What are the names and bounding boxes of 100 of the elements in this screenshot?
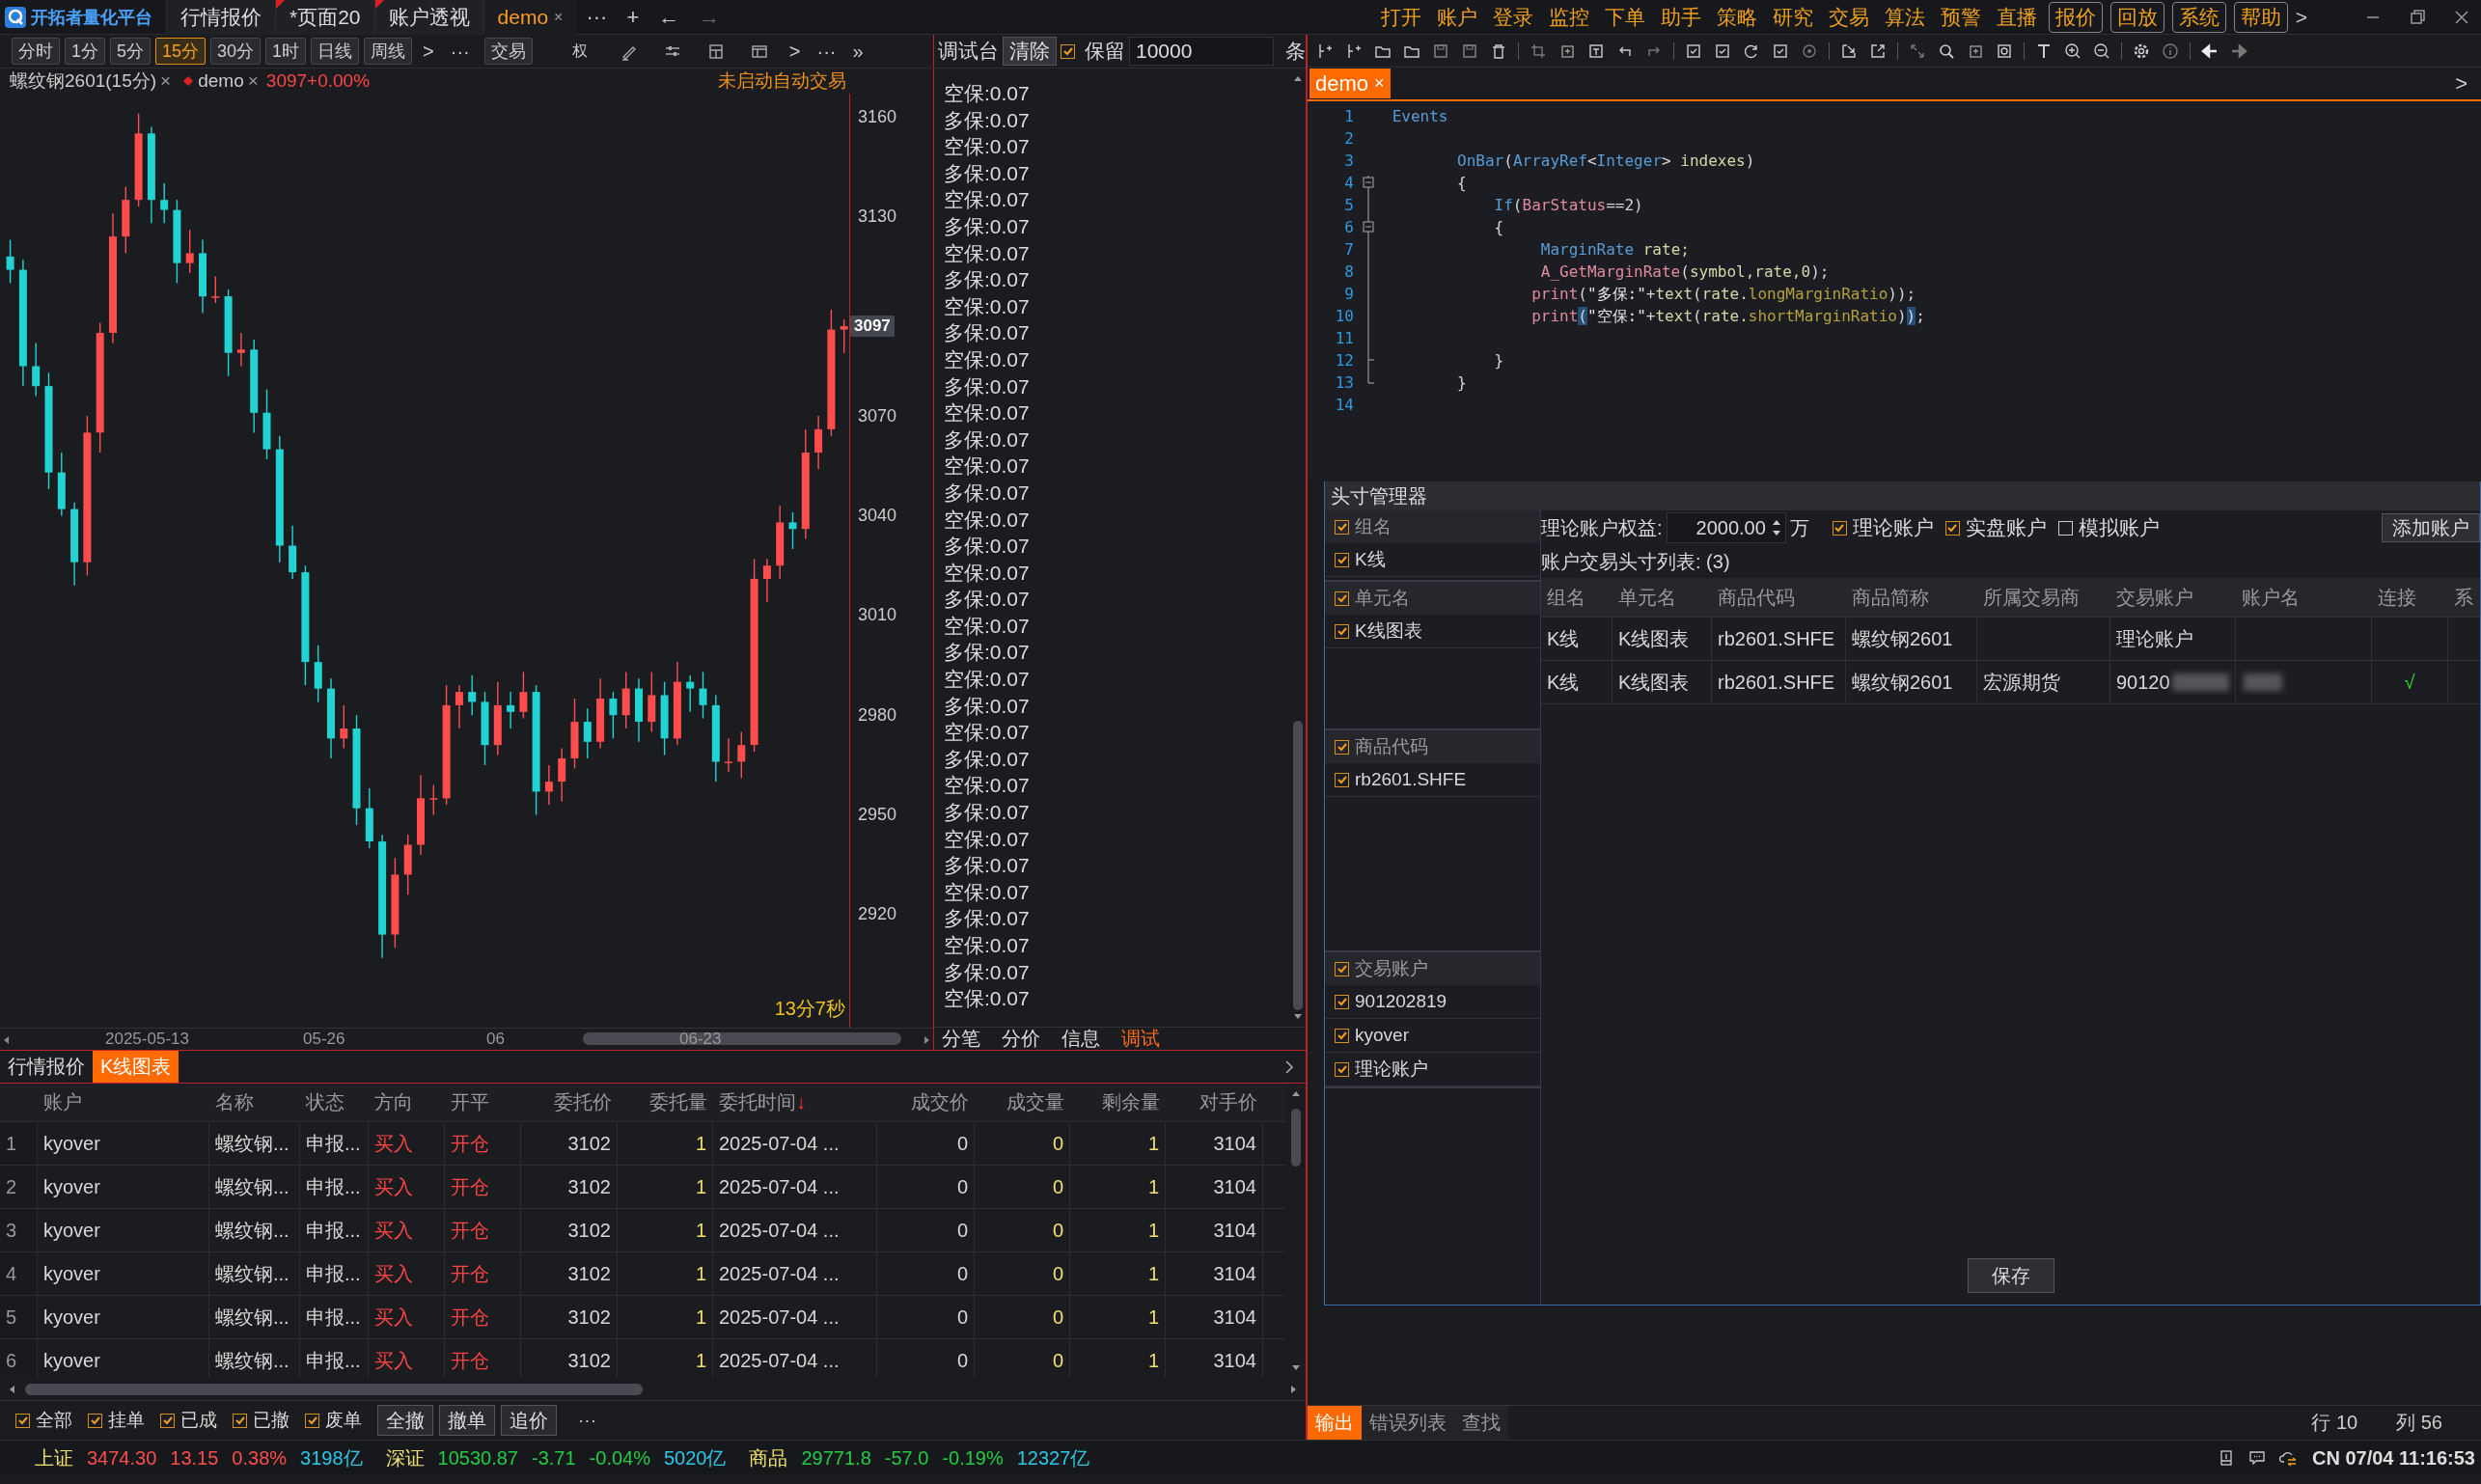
tab-action-button[interactable]: +	[617, 4, 649, 30]
table-cell: 买入	[369, 1209, 445, 1251]
tab[interactable]: demo ×	[482, 0, 577, 35]
action-button[interactable]: 全撤	[377, 1405, 433, 1436]
save-button[interactable]: 保存	[1967, 1258, 2054, 1293]
tab[interactable]: 行情报价	[166, 0, 275, 35]
add-account-button[interactable]: 添加账户	[2382, 513, 2480, 542]
menu-item[interactable]: 监控	[1544, 2, 1593, 32]
tab[interactable]: 分笔	[942, 1026, 980, 1052]
period-button[interactable]: 5分	[110, 38, 152, 65]
table-cell: 螺纹钢...	[209, 1166, 300, 1208]
tab-action-button[interactable]: ···	[576, 4, 618, 30]
more-button[interactable]: >	[417, 40, 440, 63]
menu-item[interactable]: 登录	[1488, 2, 1537, 32]
menu-item[interactable]: 回放	[2109, 1, 2164, 33]
menu-item[interactable]: 直播	[1992, 2, 2041, 32]
column-header[interactable]: 委托量	[618, 1084, 713, 1121]
checkbox-label: rb2601.SHFE	[1355, 769, 1467, 790]
column-header[interactable]: 成交价	[877, 1084, 975, 1121]
period-button[interactable]: 1分	[65, 38, 105, 65]
period-button[interactable]: 1时	[265, 38, 307, 65]
more-button[interactable]: >	[2455, 70, 2467, 96]
table-cell: 申报...	[300, 1339, 369, 1378]
line-number: 3	[1343, 151, 1354, 172]
index-name: 商品	[749, 1445, 788, 1470]
limit-field[interactable]: 10000	[1129, 37, 1274, 66]
menu-item[interactable]: 帮助	[2233, 1, 2288, 33]
period-button[interactable]: 日线	[311, 38, 360, 65]
close-icon[interactable]: ×	[247, 70, 259, 92]
menu-item[interactable]: 账户	[1432, 2, 1481, 32]
menu-item[interactable]: 报价	[2048, 1, 2103, 33]
tab[interactable]: 分价	[1002, 1026, 1040, 1052]
menu-item[interactable]: 打开	[1376, 2, 1425, 32]
column-header[interactable]: 商品代码	[1712, 578, 1846, 617]
menu-item[interactable]: 研究	[1768, 2, 1817, 32]
more-button[interactable]: >	[783, 40, 807, 63]
checkbox-label: 已撤	[253, 1409, 289, 1432]
close-icon[interactable]: ×	[160, 70, 172, 92]
column-header[interactable]: 系	[2448, 578, 2480, 617]
more-button[interactable]: ···	[578, 1410, 596, 1431]
more-button[interactable]: ···	[444, 40, 476, 63]
column-header[interactable]: 账户名	[2236, 578, 2372, 617]
more-button[interactable]: ···	[811, 40, 842, 63]
column-header[interactable]: 交易账户	[2110, 578, 2236, 617]
period-button[interactable]: 15分	[155, 38, 207, 65]
log-line: 空保:0.07	[944, 986, 1031, 1012]
menu-item[interactable]: 交易	[1824, 2, 1873, 32]
tab[interactable]: 调试	[1121, 1026, 1160, 1052]
index-percent: -0.04%	[589, 1446, 650, 1470]
table-cell: kyover	[38, 1252, 209, 1295]
axis-label: 3070	[858, 405, 897, 426]
menu-item[interactable]: 算法	[1880, 2, 1929, 32]
column-header[interactable]: 委托时间	[719, 1089, 796, 1115]
column-header[interactable]: 开平	[445, 1084, 521, 1121]
column-header[interactable]: 委托价	[521, 1084, 618, 1121]
column-header[interactable]: 剩余量	[1070, 1084, 1166, 1121]
close-icon[interactable]: ×	[554, 8, 564, 26]
tab[interactable]: 信息	[1061, 1026, 1100, 1052]
equity-field[interactable]: 2000.00	[1666, 512, 1786, 543]
table-cell: 2025-07-04 ...	[713, 1209, 877, 1251]
column-header[interactable]: 所属交易商	[1977, 578, 2110, 617]
column-header[interactable]: 方向	[369, 1084, 445, 1121]
more-button[interactable]: »	[846, 40, 869, 63]
clear-button[interactable]: 清除	[1003, 37, 1057, 66]
tab[interactable]: 错误列表	[1362, 1406, 1454, 1440]
tab[interactable]: 账户透视	[373, 0, 483, 35]
action-button[interactable]: 追价	[501, 1405, 557, 1436]
period-button[interactable]: 30分	[210, 38, 262, 65]
checkbox-label: K线图表	[1355, 619, 1422, 643]
weight-button[interactable]: 权	[565, 41, 593, 62]
action-button[interactable]: 撤单	[439, 1405, 495, 1436]
tab[interactable]: 行情报价	[0, 1051, 93, 1083]
column-header[interactable]: 组名	[1541, 578, 1613, 617]
log-line: 多保:0.07	[944, 426, 1031, 453]
log-line: 空保:0.07	[944, 453, 1031, 480]
column-header[interactable]: 对手价	[1166, 1084, 1263, 1121]
menu-item[interactable]: 助手	[1656, 2, 1705, 32]
period-button[interactable]: 周线	[364, 38, 413, 65]
column-header[interactable]: 单元名	[1613, 578, 1712, 617]
log-line: 多保:0.07	[944, 746, 1031, 772]
column-header[interactable]: 名称	[209, 1084, 300, 1121]
column-header[interactable]: 状态	[300, 1084, 369, 1121]
column-header[interactable]: 连接	[2372, 578, 2448, 617]
axis-label: 2920	[858, 904, 897, 925]
period-button[interactable]: 分时	[12, 38, 60, 65]
log-line: 空保:0.07	[944, 667, 1031, 693]
column-header[interactable]: 商品简称	[1846, 578, 1977, 617]
column-header[interactable]: 账户	[38, 1084, 209, 1121]
column-header[interactable]: 成交量	[975, 1084, 1070, 1121]
more-button[interactable]: >	[2295, 5, 2307, 29]
tab-action-button[interactable]: ←	[648, 4, 690, 30]
menu-item[interactable]: 系统	[2171, 1, 2226, 33]
menu-item[interactable]: 策略	[1712, 2, 1761, 32]
tab[interactable]: 查找	[1454, 1406, 1508, 1440]
table-cell: 螺纹钢...	[209, 1296, 300, 1338]
tab[interactable]: *页面20	[275, 0, 374, 35]
line-number: 4	[1343, 173, 1354, 194]
menu-item[interactable]: 预警	[1936, 2, 1985, 32]
trade-button[interactable]: 交易	[483, 38, 533, 65]
menu-item[interactable]: 下单	[1600, 2, 1649, 32]
